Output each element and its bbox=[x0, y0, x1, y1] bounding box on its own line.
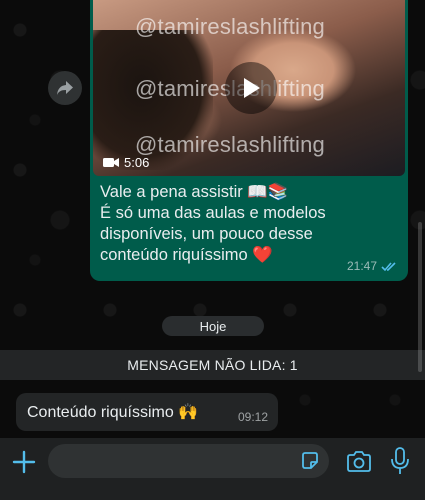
microphone-icon[interactable] bbox=[390, 447, 410, 475]
video-camera-icon bbox=[103, 158, 119, 167]
caption-line: É só uma das aulas e modelos bbox=[100, 204, 326, 222]
double-check-icon bbox=[381, 261, 396, 271]
incoming-message[interactable]: Conteúdo riquíssimo 🙌 09:12 bbox=[16, 393, 278, 431]
video-duration: 5:06 bbox=[103, 155, 149, 170]
outgoing-message[interactable]: @tamireslashlifting @tamireslashlifting … bbox=[90, 0, 408, 281]
chat-area[interactable]: @tamireslashlifting @tamireslashlifting … bbox=[0, 0, 425, 500]
message-time: 09:12 bbox=[237, 410, 268, 424]
forward-button[interactable] bbox=[48, 71, 82, 105]
message-caption: Vale a pena assistir 📖📚 É só uma das aul… bbox=[100, 182, 400, 266]
video-watermark: @tamireslashlifting bbox=[135, 132, 325, 157]
plus-icon bbox=[12, 450, 36, 474]
message-input-bar bbox=[0, 438, 425, 500]
caption-line: disponíveis, um pouco desse bbox=[100, 225, 313, 243]
message-text: Conteúdo riquíssimo 🙌 bbox=[27, 404, 199, 421]
scrollbar[interactable] bbox=[418, 222, 422, 372]
play-icon bbox=[244, 78, 260, 98]
date-separator: Hoje bbox=[162, 316, 264, 336]
caption-line: Vale a pena assistir 📖📚 bbox=[100, 183, 289, 201]
attach-button[interactable] bbox=[10, 448, 38, 476]
video-thumbnail[interactable]: @tamireslashlifting @tamireslashlifting … bbox=[93, 0, 405, 176]
message-time: 21:47 bbox=[346, 259, 377, 273]
sticker-icon[interactable] bbox=[300, 451, 320, 471]
play-button[interactable] bbox=[225, 62, 277, 114]
video-watermark: @tamireslashlifting bbox=[135, 14, 325, 39]
video-duration-text: 5:06 bbox=[124, 155, 150, 170]
message-input[interactable] bbox=[48, 444, 329, 478]
unread-messages-banner: MENSAGEM NÃO LIDA: 1 bbox=[0, 350, 425, 380]
message-meta: 21:47 bbox=[347, 259, 398, 273]
camera-icon[interactable] bbox=[346, 450, 372, 474]
forward-arrow-icon bbox=[57, 81, 73, 95]
